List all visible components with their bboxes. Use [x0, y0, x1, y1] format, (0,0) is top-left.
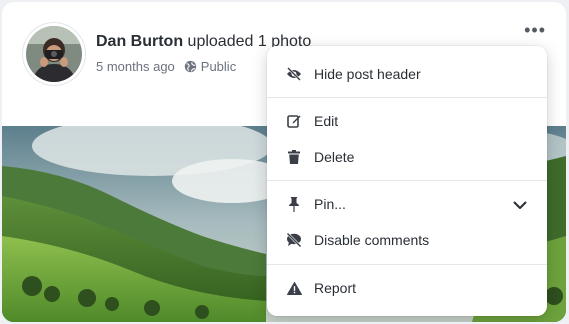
menu-divider	[267, 180, 547, 181]
menu-item-pin[interactable]: Pin...	[267, 189, 547, 219]
menu-item-label: Disable comments	[314, 232, 430, 248]
trash-icon	[286, 149, 302, 165]
post-time[interactable]: 5 months ago	[96, 59, 175, 74]
more-options-button[interactable]: •••	[524, 21, 546, 39]
menu-item-label: Pin...	[314, 196, 346, 212]
menu-item-delete[interactable]: Delete	[267, 142, 547, 172]
menu-divider	[267, 264, 547, 265]
menu-item-hide-post-header[interactable]: Hide post header	[267, 59, 547, 89]
warning-icon	[286, 280, 302, 296]
eye-slash-icon	[286, 66, 302, 82]
menu-item-edit[interactable]: Edit	[267, 106, 547, 136]
visibility-label: Public	[200, 59, 237, 74]
globe-icon	[184, 60, 197, 73]
menu-item-label: Delete	[314, 149, 355, 165]
avatar[interactable]	[23, 23, 85, 85]
post-meta: 5 months ago Public	[96, 59, 236, 74]
comment-slash-icon	[286, 232, 302, 248]
menu-item-disable-comments[interactable]: Disable comments	[267, 225, 547, 255]
menu-item-label: Edit	[314, 113, 339, 129]
menu-item-label: Report	[314, 280, 357, 296]
post-options-menu: Hide post header Edit Delete Pin... Disa…	[267, 46, 547, 316]
edit-icon	[286, 113, 302, 129]
menu-divider	[267, 97, 547, 98]
menu-item-label: Hide post header	[314, 66, 421, 82]
pin-icon	[286, 196, 302, 212]
avatar-image	[26, 26, 82, 82]
menu-item-report[interactable]: Report	[267, 273, 547, 303]
post-card: Dan Burton uploaded 1 photo 5 months ago…	[2, 2, 566, 322]
author-name[interactable]: Dan Burton	[96, 33, 183, 50]
chevron-down-icon[interactable]	[513, 197, 527, 213]
